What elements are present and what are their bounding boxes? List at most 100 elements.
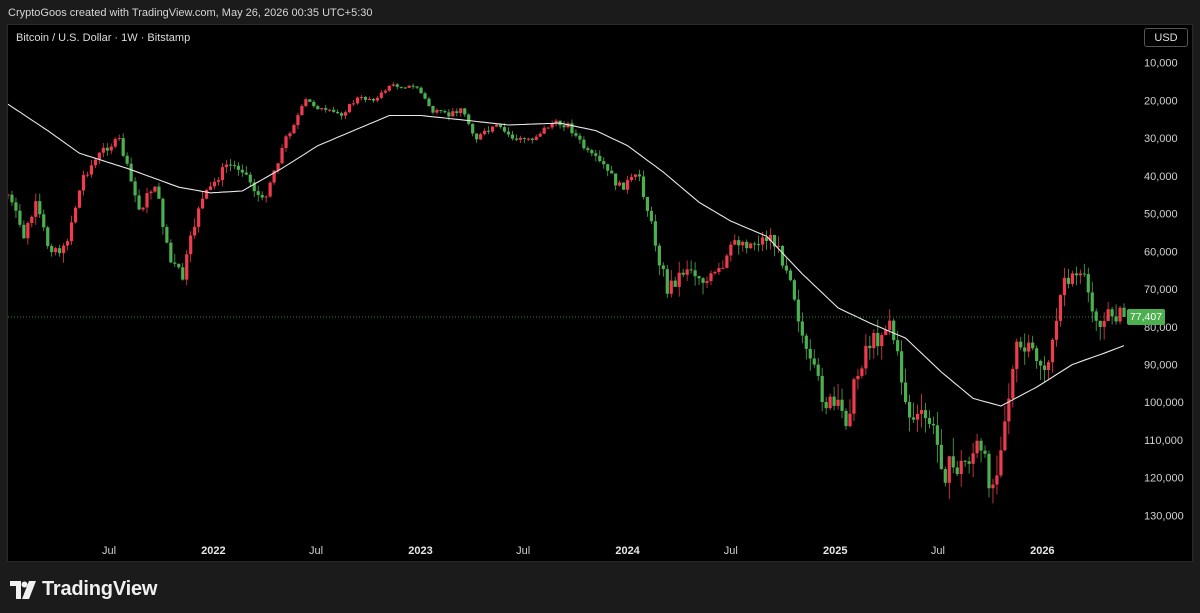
candle-body	[133, 181, 137, 196]
candle-body	[872, 332, 876, 349]
candle-body	[955, 467, 959, 475]
candle	[308, 99, 312, 103]
currency-button[interactable]: USD	[1144, 28, 1188, 47]
candle-body	[435, 110, 439, 113]
candle	[284, 134, 288, 153]
candle-body	[876, 332, 880, 347]
candle-body	[693, 270, 697, 277]
candle-body	[1011, 368, 1015, 399]
candle	[248, 171, 252, 188]
moving-average-line	[8, 103, 1125, 407]
candle-body	[236, 165, 240, 170]
candle-body	[681, 272, 685, 275]
candle	[490, 126, 495, 134]
candle	[848, 399, 852, 428]
candle	[1023, 333, 1027, 365]
candle-body	[256, 191, 260, 195]
candle	[832, 386, 836, 411]
candle-body	[1039, 361, 1043, 366]
candle-body	[538, 133, 542, 137]
candle-body	[903, 382, 908, 402]
candle-body	[121, 138, 125, 156]
chart-panel[interactable]: 10,000 20,000 30,000 40,000 50,000 60,000 70,0…	[7, 24, 1193, 562]
candle-body	[594, 153, 598, 156]
candle-body	[149, 191, 153, 194]
candle-body	[54, 248, 58, 253]
candle-body	[494, 124, 499, 127]
candle	[685, 260, 689, 282]
candle	[1118, 305, 1122, 325]
candle	[943, 466, 947, 487]
candle-body	[1062, 277, 1067, 296]
candle	[852, 377, 856, 422]
candle-body	[836, 399, 840, 406]
candle	[351, 99, 356, 107]
candle-body	[995, 475, 999, 485]
candle	[177, 263, 181, 270]
candle-body	[1027, 342, 1031, 352]
tradingview-logo[interactable]: TradingView	[10, 578, 157, 601]
candle	[395, 83, 399, 90]
candle-body	[284, 136, 288, 149]
candle	[689, 260, 693, 274]
candle-body	[896, 340, 900, 352]
price-chart[interactable]: 10,000 20,000 30,000 40,000 50,000 60,000 70,0…	[8, 25, 1194, 563]
candle	[625, 175, 630, 194]
candle	[1110, 306, 1114, 325]
candle	[1098, 320, 1102, 341]
candle-body	[292, 125, 296, 134]
candle	[451, 107, 455, 117]
candle	[1019, 336, 1023, 351]
candle	[280, 144, 284, 165]
candle-body	[101, 147, 105, 153]
candle-body	[324, 108, 328, 110]
candle-body	[506, 131, 511, 135]
time-tick-label: Jul	[931, 545, 945, 557]
candle	[900, 340, 904, 395]
candle-body	[911, 417, 916, 420]
candle	[212, 177, 217, 190]
candle-body	[1114, 316, 1118, 322]
candle-body	[804, 335, 808, 349]
candle-body	[1054, 320, 1059, 340]
candle	[562, 121, 566, 131]
candle-body	[717, 268, 721, 272]
candle-body	[34, 201, 38, 217]
candle-body	[947, 456, 951, 483]
candle-body	[753, 243, 757, 245]
candle-body	[848, 413, 852, 427]
candle	[677, 261, 681, 297]
candle	[764, 230, 769, 250]
candle-body	[705, 281, 709, 283]
candle-body	[8, 194, 10, 196]
candle-body	[939, 444, 943, 470]
price-tick-label: 60,000	[1144, 246, 1178, 258]
candle	[1106, 301, 1110, 322]
candle	[840, 388, 844, 418]
candle	[77, 190, 82, 209]
candle	[606, 163, 610, 177]
candle-body	[856, 375, 860, 380]
candle	[1094, 308, 1098, 332]
candle-body	[931, 423, 935, 426]
candle	[407, 84, 411, 89]
time-tick-label: Jul	[724, 545, 738, 557]
candle-body	[689, 269, 693, 271]
candle	[919, 394, 924, 428]
candle	[252, 178, 256, 198]
candle-body	[475, 133, 479, 140]
candle	[661, 262, 665, 277]
candle-body	[193, 226, 197, 236]
candle-body	[578, 135, 582, 140]
candle-body	[721, 267, 725, 269]
candle-body	[598, 155, 602, 162]
candle-body	[208, 186, 213, 190]
candle	[328, 108, 332, 112]
candle	[903, 368, 908, 405]
candle	[105, 143, 109, 156]
candle-body	[618, 182, 622, 186]
candle	[649, 206, 654, 225]
candle-body	[439, 110, 443, 112]
candle-body	[58, 248, 62, 254]
candle-body	[65, 241, 70, 246]
